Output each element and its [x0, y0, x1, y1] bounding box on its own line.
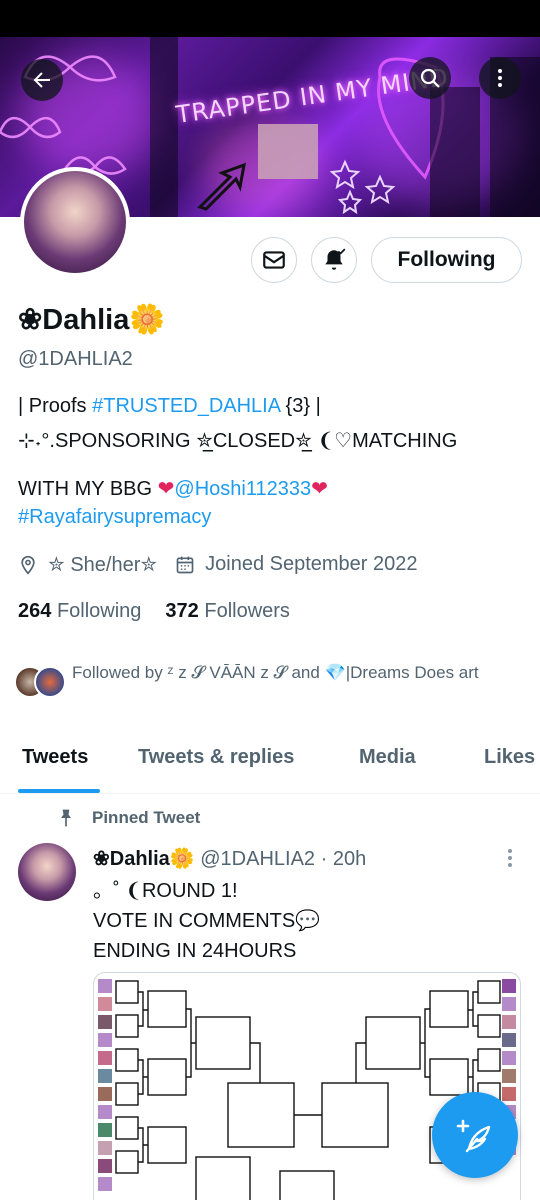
following-button[interactable]: Following [371, 237, 522, 283]
more-options-button[interactable] [479, 57, 521, 99]
tab-tweets-replies[interactable]: Tweets & replies [138, 746, 294, 769]
followers-count-link[interactable]: 372 Followers [165, 600, 290, 623]
location-pin-icon [21, 555, 35, 575]
followed-by[interactable]: Followed by ᶻ z 𝓢 VĀĀN z 𝓢 and 💎|Dreams … [14, 660, 524, 698]
profile-handle: @1DAHLIA2 [18, 348, 133, 370]
calendar-icon [176, 556, 194, 573]
bio-line-2: ⊹˖°.SPONSORING ✮̲CLOSED✮̲ ❨♡MATCHING [18, 430, 458, 452]
feather-plus-icon [456, 1119, 491, 1153]
profile-tabs: Tweets Tweets & replies Media Likes [0, 734, 540, 794]
compose-tweet-button[interactable] [432, 1092, 518, 1178]
notifications-button[interactable] [311, 237, 357, 283]
bio-text: | Proofs [18, 395, 93, 417]
tweet-author-handle[interactable]: @1DAHLIA2 [200, 848, 315, 870]
status-bar [0, 0, 540, 37]
tweet-author-name[interactable]: ❀Dahlia🌼 [93, 848, 195, 870]
pinned-label: Pinned Tweet [56, 808, 200, 828]
followed-by-text: Followed by ᶻ z 𝓢 VĀĀN z 𝓢 and 💎|Dreams … [72, 663, 479, 682]
following-count-link[interactable]: 264 Following [18, 600, 141, 623]
follow-counts: 264 Following 372 Followers [18, 600, 290, 623]
bio-text: {3} | [279, 395, 321, 417]
bio-line-3: WITH MY BBG ❤@Hoshi112333❤ [18, 476, 328, 501]
search-button[interactable] [409, 57, 451, 99]
avatar-image [24, 171, 126, 273]
bell-check-icon [325, 248, 346, 270]
message-button[interactable] [251, 237, 297, 283]
active-tab-indicator [18, 789, 100, 793]
bio-text: WITH MY BBG ❤ [18, 478, 175, 500]
tab-tweets[interactable]: Tweets [22, 746, 88, 769]
bio-line-4: #Rayafairysupremacy [18, 506, 211, 529]
arrow-left-icon [33, 72, 50, 88]
followers-label: Followers [204, 600, 290, 622]
tweet-author-avatar[interactable] [18, 843, 76, 901]
followers-count: 372 [165, 600, 199, 622]
tweet-line: 。˚ ❨ROUND 1! [93, 880, 238, 902]
mutual-avatars [14, 660, 72, 698]
bio-text: ❤ [311, 478, 328, 500]
location-text: ✮ She/her✮ [48, 554, 158, 576]
profile-avatar[interactable] [20, 167, 130, 277]
tweet-more-icon[interactable] [500, 846, 520, 870]
tweet-time[interactable]: · 20h [321, 848, 367, 870]
tab-likes[interactable]: Likes [484, 746, 535, 769]
bio-line-1: | Proofs #TRUSTED_DAHLIA {3} | [18, 395, 321, 418]
tweet-line: ENDING IN 24HOURS [93, 940, 297, 962]
profile-meta: ✮ She/her✮ Joined September 2022 [18, 552, 418, 577]
hashtag-link[interactable]: #TRUSTED_DAHLIA [92, 395, 280, 417]
joined-date: Joined September 2022 [205, 553, 418, 575]
pin-icon [61, 809, 71, 827]
search-icon [420, 68, 440, 88]
tweet-header: ❀Dahlia🌼 @1DAHLIA2 · 20h [93, 846, 366, 871]
pinned-text: Pinned Tweet [92, 808, 201, 827]
more-vertical-icon [498, 69, 502, 87]
tweet-line: VOTE IN COMMENTS💬 [93, 910, 321, 932]
following-label: Following [56, 600, 142, 622]
envelope-icon [263, 251, 285, 269]
back-button[interactable] [21, 59, 63, 101]
mention-link[interactable]: @Hoshi112333 [174, 478, 311, 500]
tab-media[interactable]: Media [359, 746, 416, 769]
mutual-avatar [34, 666, 66, 698]
profile-name: ❀Dahlia🌼 [18, 304, 166, 336]
hashtag-link[interactable]: #Rayafairysupremacy [18, 506, 211, 528]
following-count: 264 [18, 600, 52, 622]
tweet-body: 。˚ ❨ROUND 1! VOTE IN COMMENTS💬 ENDING IN… [93, 876, 320, 966]
